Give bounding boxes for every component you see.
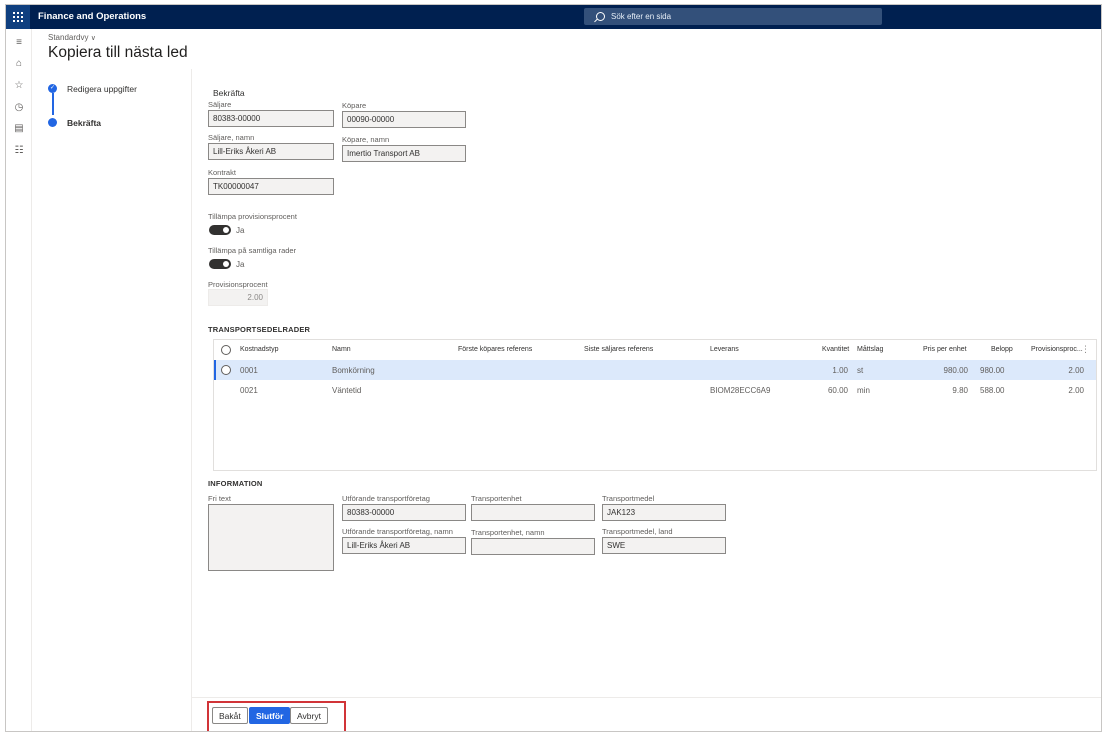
vehicle-country-label: Transportmedel, land [602, 527, 673, 536]
col-amount[interactable]: Belopp [991, 346, 1013, 353]
free-text-label: Fri text [208, 494, 231, 503]
left-navigation: ≡ ⌂ ☆ ◷ ▤ ☷ [6, 29, 32, 731]
cell-quantity: 1.00 [832, 366, 848, 375]
vehicle-label: Transportmedel [602, 494, 655, 503]
page-title: Kopiera till nästa led [48, 44, 188, 61]
carrier-name-field[interactable]: Lill-Eriks Åkeri AB [342, 537, 466, 554]
vehicle-field[interactable]: JAK123 [602, 504, 726, 521]
col-cost-type[interactable]: Kostnadstyp [240, 346, 279, 353]
buyer-name-label: Köpare, namn [342, 135, 390, 144]
workspaces-icon[interactable]: ▤ [12, 122, 26, 136]
apply-all-rows-toggle[interactable] [209, 259, 231, 269]
step-confirm[interactable]: Bekräfta [67, 118, 101, 128]
seller-name-label: Säljare, namn [208, 133, 255, 142]
more-options-icon[interactable]: ⋮ [1081, 344, 1090, 355]
apply-commission-label: Tillämpa provisionsprocent [208, 212, 297, 221]
contract-label: Kontrakt [208, 168, 236, 177]
cell-quantity: 60.00 [827, 386, 848, 395]
seller-label: Säljare [208, 100, 232, 109]
modules-list-icon[interactable]: ☷ [12, 144, 26, 158]
cell-delivery: BIOM28ECC6A9 [710, 386, 771, 395]
cell-commission: 2.00 [1068, 386, 1084, 395]
cell-name: Bomkörning [332, 366, 375, 375]
step-connector [52, 93, 54, 115]
commission-percent-label: Provisionsprocent [208, 280, 268, 289]
favorites-star-icon[interactable]: ☆ [12, 79, 26, 93]
buyer-field[interactable]: 00090-00000 [342, 111, 466, 128]
step-current-dot-icon [48, 118, 57, 127]
apply-all-rows-label: Tillämpa på samtliga rader [208, 246, 297, 255]
cell-amount: 588.00 [980, 386, 1005, 395]
table-row[interactable]: 0021 Väntetid BIOM28ECC6A9 60.00 min 9.8… [214, 380, 1096, 400]
free-text-field[interactable] [208, 504, 334, 571]
top-bar: Finance and Operations [6, 5, 1101, 29]
select-all-radio[interactable] [221, 345, 231, 355]
cell-name: Väntetid [332, 386, 362, 395]
apply-all-rows-value: Ja [236, 260, 245, 269]
col-commission-percent[interactable]: Provisionsproc... [1031, 346, 1083, 353]
transport-unit-field[interactable] [471, 504, 595, 521]
cell-amount: 980.00 [980, 366, 1005, 375]
back-button[interactable]: Bakåt [212, 707, 248, 724]
col-price-per-unit[interactable]: Pris per enhet [923, 346, 967, 353]
col-first-buyer-ref[interactable]: Förste köpares referens [458, 346, 532, 353]
contract-field[interactable]: TK00000047 [208, 178, 334, 195]
row-select-radio[interactable] [221, 365, 231, 375]
cell-unit: st [857, 366, 864, 375]
transport-unit-label: Transportenhet [471, 494, 522, 503]
transport-unit-name-field[interactable] [471, 538, 595, 555]
app-frame: Finance and Operations ≡ ⌂ ☆ ◷ ▤ ☷ Stand… [5, 4, 1102, 732]
app-launcher-button[interactable] [6, 5, 30, 29]
home-icon[interactable]: ⌂ [12, 57, 26, 71]
commission-percent-field[interactable]: 2.00 [208, 289, 268, 306]
view-selector[interactable]: Standardvy ∨ [48, 33, 96, 42]
col-quantity[interactable]: Kvantitet [822, 346, 849, 353]
cancel-button[interactable]: Avbryt [290, 707, 328, 724]
app-title[interactable]: Finance and Operations [38, 11, 146, 22]
transport-unit-name-label: Transportenhet, namn [471, 528, 545, 537]
step-edit-details[interactable]: Redigera uppgifter [67, 84, 137, 94]
information-section-title: INFORMATION [208, 479, 263, 488]
step-complete-check-icon: ✓ [48, 84, 57, 93]
carrier-field[interactable]: 80383-00000 [342, 504, 466, 521]
vehicle-country-field[interactable]: SWE [602, 537, 726, 554]
waffle-icon [13, 12, 23, 22]
cell-commission: 2.00 [1068, 366, 1084, 375]
col-unit[interactable]: Måttslag [857, 346, 883, 353]
buyer-name-field[interactable]: Imertio Transport AB [342, 145, 466, 162]
apply-commission-toggle[interactable] [209, 225, 231, 235]
carrier-name-label: Utförande transportföretag, namn [342, 527, 453, 536]
grid-header: Kostnadstyp Namn Förste köpares referens… [214, 340, 1096, 360]
cell-cost-type: 0021 [240, 386, 258, 395]
wizard-steps-panel: ✓ Redigera uppgifter Bekräfta [32, 69, 192, 731]
chevron-down-icon: ∨ [90, 35, 96, 42]
transport-rows-grid: Kostnadstyp Namn Förste köpares referens… [213, 339, 1097, 471]
search-icon [596, 12, 605, 21]
seller-name-field[interactable]: Lill-Eriks Åkeri AB [208, 143, 334, 160]
search-input[interactable] [611, 12, 851, 21]
hamburger-menu-icon[interactable]: ≡ [12, 36, 26, 50]
table-row[interactable]: 0001 Bomkörning 1.00 st 980.00 980.00 2.… [214, 360, 1096, 380]
form-title: Bekräfta [213, 88, 245, 98]
apply-commission-value: Ja [236, 226, 245, 235]
col-last-seller-ref[interactable]: Siste säljares referens [584, 346, 653, 353]
col-delivery[interactable]: Leverans [710, 346, 739, 353]
buyer-label: Köpare [342, 101, 367, 110]
cell-cost-type: 0001 [240, 366, 258, 375]
view-label: Standardvy [48, 33, 89, 42]
cell-price: 9.80 [952, 386, 968, 395]
finish-button[interactable]: Slutför [249, 707, 291, 724]
search-box[interactable] [584, 8, 882, 25]
recent-clock-icon[interactable]: ◷ [12, 101, 26, 115]
cell-price: 980.00 [943, 366, 968, 375]
col-name[interactable]: Namn [332, 346, 351, 353]
seller-field[interactable]: 80383-00000 [208, 110, 334, 127]
cell-unit: min [857, 386, 870, 395]
carrier-label: Utförande transportföretag [342, 494, 430, 503]
transport-rows-section-title: TRANSPORTSEDELRADER [208, 325, 311, 334]
